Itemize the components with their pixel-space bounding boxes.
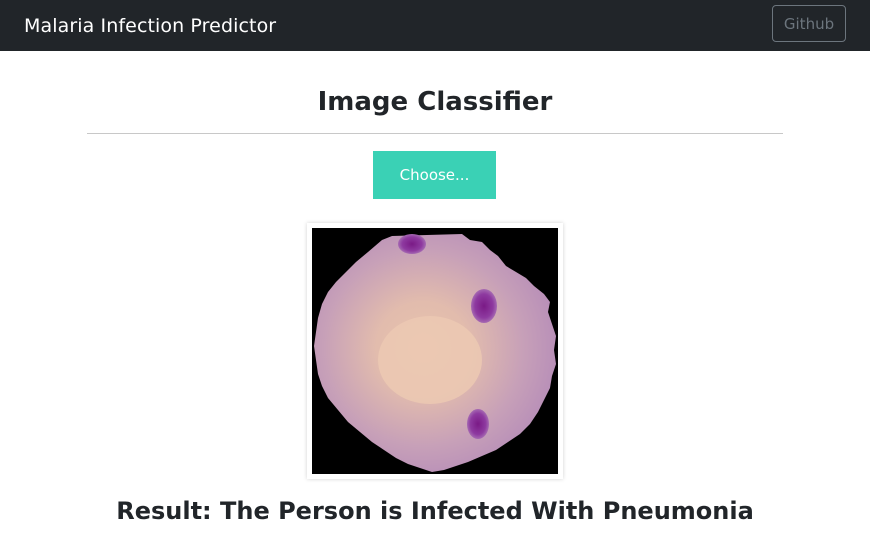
github-button[interactable]: Github <box>772 5 846 42</box>
page-title: Image Classifier <box>317 87 553 117</box>
divider <box>87 133 783 134</box>
choose-file-button[interactable]: Choose... <box>373 151 496 199</box>
app-title[interactable]: Malaria Infection Predictor <box>24 15 276 37</box>
image-preview <box>307 223 563 479</box>
blood-cell-image <box>312 228 558 474</box>
navbar: Malaria Infection Predictor Github <box>0 0 870 51</box>
result-text: Result: The Person is Infected With Pneu… <box>116 497 754 525</box>
